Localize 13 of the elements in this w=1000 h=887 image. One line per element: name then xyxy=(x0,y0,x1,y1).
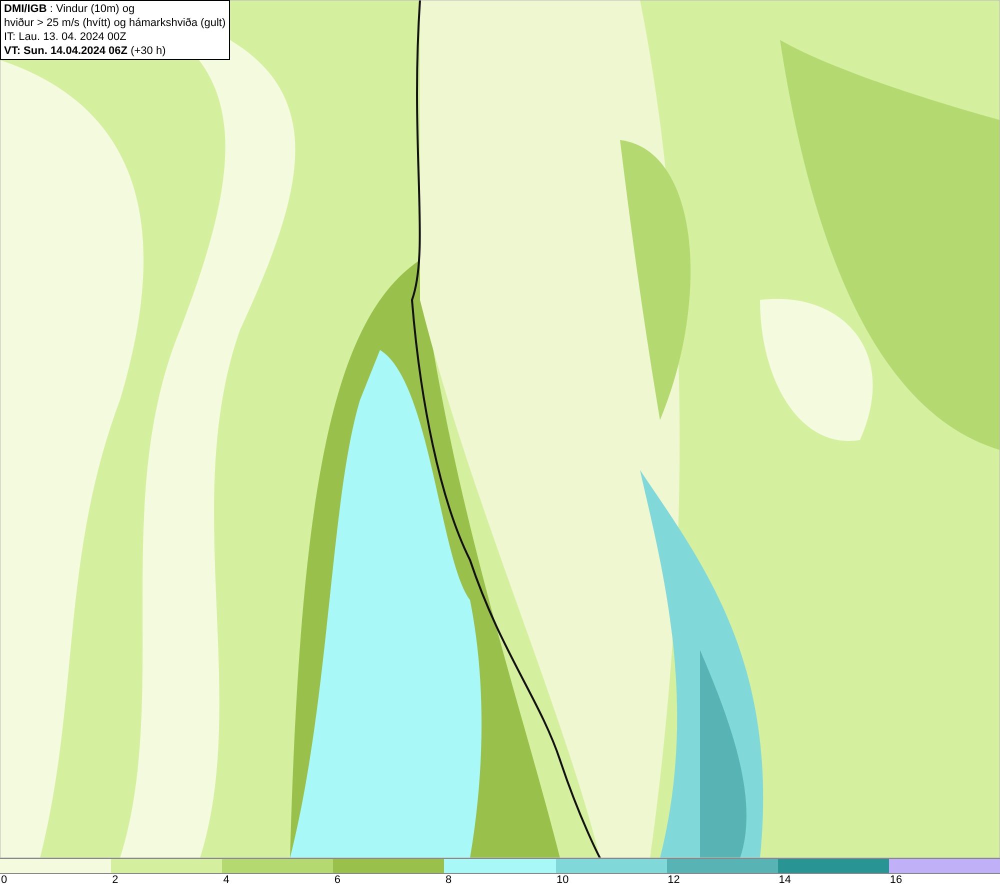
legend-label: 8 xyxy=(444,874,452,887)
legend-label: 16 xyxy=(888,874,902,887)
info-text: VT: Sun. 14.04.2024 06Z (+30 h) xyxy=(4,44,167,58)
info-text: hviður > 25 m/s (hvítt) og hámarkshviða (gult) xyxy=(4,16,226,30)
legend-label: 0 xyxy=(0,874,8,887)
legend-label: 6 xyxy=(333,874,340,887)
legend-label: 2 xyxy=(111,874,118,887)
info-text: IT: Lau. 13. 04. 2024 00Z xyxy=(4,30,128,44)
legend-label: 12 xyxy=(666,874,680,887)
info-text: DMI/IGB : Vindur (10m) og xyxy=(4,2,136,16)
legend-label: 14 xyxy=(778,874,792,887)
legend-label: 10 xyxy=(556,874,569,887)
legend-label: 4 xyxy=(222,874,230,887)
